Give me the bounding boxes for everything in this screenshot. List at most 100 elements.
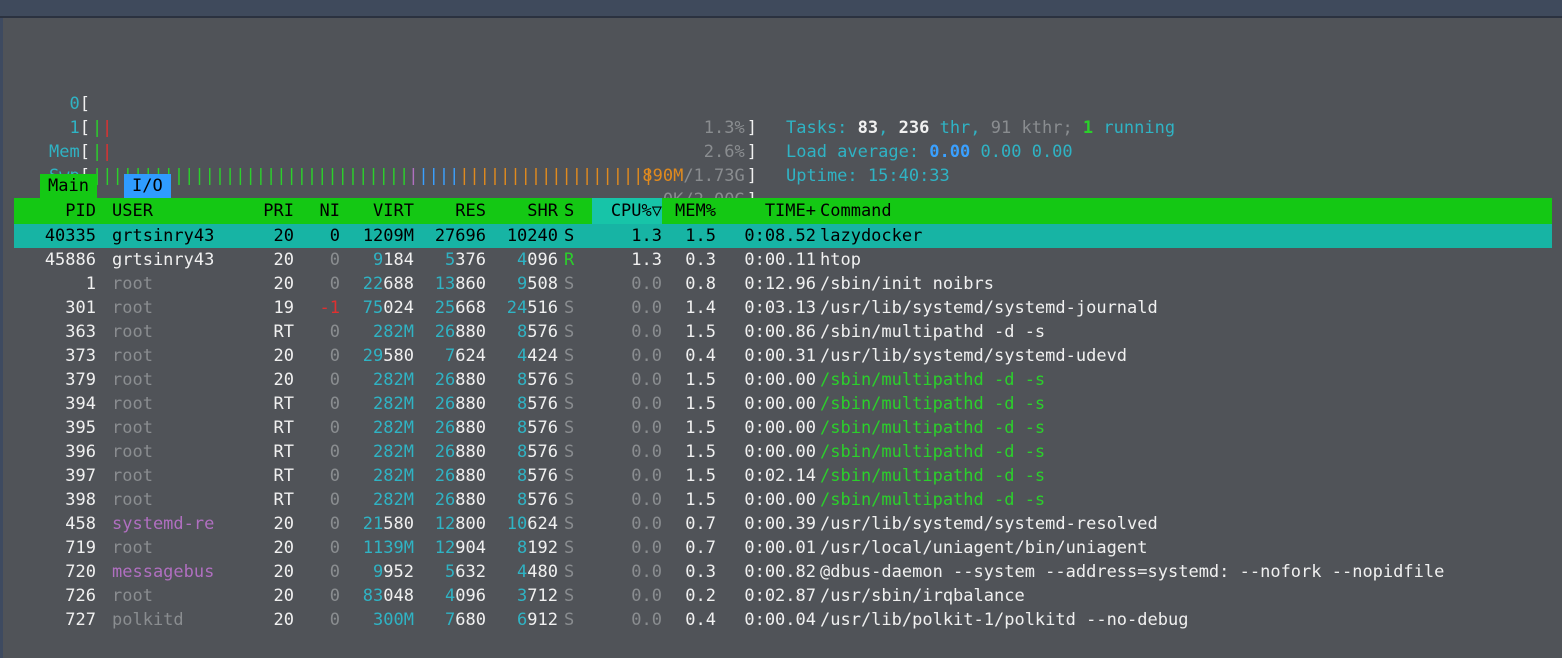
cell-s: S bbox=[564, 586, 575, 606]
cell-user: root bbox=[112, 394, 153, 414]
cell-shr: 24516 bbox=[506, 298, 558, 318]
cell-virt: 22688 bbox=[362, 274, 414, 294]
cell-s: S bbox=[564, 322, 575, 342]
cell-cpu: 0.0 bbox=[631, 562, 662, 582]
col-command[interactable]: Command bbox=[820, 198, 1560, 224]
cell-cpu: 0.0 bbox=[631, 514, 662, 534]
mem-meter: Mem[ ||||||||||||||||||||||||||||||| | |… bbox=[0, 92, 1562, 186]
cell-cpu: 0.0 bbox=[631, 586, 662, 606]
cell-mem: 1.5 bbox=[685, 442, 716, 462]
cell-res: 26880 bbox=[434, 418, 486, 438]
cell-ni: 0 bbox=[329, 514, 340, 534]
table-row[interactable]: 373 root 20 0 29580 7624 4424 S 0.0 0.4 0:00.31/us… bbox=[14, 344, 1552, 368]
col-ni[interactable]: NI bbox=[298, 198, 340, 224]
table-row[interactable]: 396 root RT 0 282M 26880 8576 S 0.0 1.5 0:00.00/sb… bbox=[14, 440, 1552, 464]
cell-shr: 6912 bbox=[517, 610, 558, 630]
table-row[interactable]: 301 root 19 -1 75024 25668 24516 S 0.0 1.4 0:03.13… bbox=[14, 296, 1552, 320]
col-cpu-sorted[interactable]: CPU%▽ bbox=[592, 198, 662, 224]
table-row[interactable]: 397 root RT 0 282M 26880 8576 S 0.0 1.5 0:02.14/sb… bbox=[14, 464, 1552, 488]
table-row[interactable]: 720 messagebus 20 0 9952 5632 4480 S 0.0 0.3 0:00.… bbox=[14, 560, 1552, 584]
cell-time: 0:00.82 bbox=[744, 562, 816, 582]
col-time[interactable]: TIME+ bbox=[722, 198, 816, 224]
col-user[interactable]: USER bbox=[112, 198, 242, 224]
col-state[interactable]: S bbox=[564, 198, 584, 224]
cell-res: 7680 bbox=[445, 610, 486, 630]
cell-user: systemd-re bbox=[112, 514, 215, 534]
cell-user: root bbox=[112, 322, 153, 342]
col-pri[interactable]: PRI bbox=[246, 198, 294, 224]
cell-res: 26880 bbox=[434, 322, 486, 342]
cell-shr: 9508 bbox=[517, 274, 558, 294]
cpu0-meter: 0[ | | 1.3%] Tasks: 83, 236 thr, 91 kthr… bbox=[0, 44, 1562, 138]
cell-pri: RT bbox=[273, 490, 294, 510]
table-row[interactable]: 45886 grtsinry43 20 0 9184 5376 4096 R 1.3 0.3 0:0… bbox=[14, 248, 1552, 272]
col-pid[interactable]: PID bbox=[14, 198, 96, 224]
mem-bar-shared: | bbox=[408, 166, 419, 186]
table-row[interactable]: 363 root RT 0 282M 26880 8576 S 0.0 1.5 0:00.86/sb… bbox=[14, 320, 1552, 344]
cell-cpu: 0.0 bbox=[631, 442, 662, 462]
cpu1-bar-fill-sys: | bbox=[102, 142, 113, 162]
cell-res: 5376 bbox=[445, 250, 486, 270]
cell-user: messagebus bbox=[112, 562, 215, 582]
cell-cpu: 0.0 bbox=[631, 298, 662, 318]
cell-mem: 0.8 bbox=[685, 274, 716, 294]
table-row[interactable]: 398 root RT 0 282M 26880 8576 S 0.0 1.5 0:00.00/sb… bbox=[14, 488, 1552, 512]
cell-mem: 1.5 bbox=[685, 490, 716, 510]
cell-cmd: /usr/lib/systemd/systemd-udevd bbox=[820, 346, 1128, 366]
cell-ni: 0 bbox=[329, 562, 340, 582]
col-mem[interactable]: MEM% bbox=[660, 198, 716, 224]
cell-time: 0:00.00 bbox=[744, 442, 816, 462]
cell-time: 0:02.87 bbox=[744, 586, 816, 606]
cell-ni: 0 bbox=[329, 586, 340, 606]
cell-ni: 0 bbox=[329, 490, 340, 510]
cell-virt: 282M bbox=[373, 394, 414, 414]
cell-pid: 1 bbox=[85, 274, 96, 294]
table-row[interactable]: 458 systemd-re 20 0 21580 12800 10624 S 0.0 0.7 0:… bbox=[14, 512, 1552, 536]
table-row[interactable]: 727 polkitd 20 0 300M 7680 6912 S 0.0 0.4 0:00.04/… bbox=[14, 608, 1552, 632]
cell-res: 26880 bbox=[434, 394, 486, 414]
cell-shr: 10624 bbox=[506, 514, 558, 534]
cell-time: 0:00.01 bbox=[744, 538, 816, 558]
cell-pid: 458 bbox=[65, 514, 96, 534]
cell-cpu: 0.0 bbox=[631, 490, 662, 510]
col-shr[interactable]: SHR bbox=[488, 198, 558, 224]
cell-ni: -1 bbox=[319, 298, 340, 318]
cell-user: grtsinry43 bbox=[112, 226, 215, 246]
uptime-stat: Uptime: 15:40:33 bbox=[786, 166, 950, 186]
col-res[interactable]: RES bbox=[416, 198, 486, 224]
cell-pid: 40335 bbox=[44, 226, 96, 246]
cell-ni: 0 bbox=[329, 538, 340, 558]
table-row[interactable]: 1 root 20 0 22688 13860 9508 S 0.0 0.8 0:12.96/sbi… bbox=[14, 272, 1552, 296]
table-row[interactable]: 726 root 20 0 83048 4096 3712 S 0.0 0.2 0:02.87/us… bbox=[14, 584, 1552, 608]
cell-ni: 0 bbox=[329, 610, 340, 630]
cell-virt: 1139M bbox=[362, 538, 414, 558]
cell-pid: 726 bbox=[65, 586, 96, 606]
cell-mem: 1.4 bbox=[685, 298, 716, 318]
cell-cpu: 0.0 bbox=[631, 610, 662, 630]
table-row-selected[interactable]: 40335 grtsinry43 20 0 1209M 27696 10240 S 1.3 1.5… bbox=[14, 224, 1552, 248]
table-row[interactable]: 395 root RT 0 282M 26880 8576 S 0.0 1.5 0:00.00/sb… bbox=[14, 416, 1552, 440]
mem-value: 890M/1.73G] bbox=[642, 166, 757, 186]
cell-s: R bbox=[564, 250, 575, 270]
table-row[interactable]: 719 root 20 0 1139M 12904 8192 S 0.0 0.7 0:00.01/u… bbox=[14, 536, 1552, 560]
cell-shr: 8576 bbox=[517, 322, 558, 342]
col-virt[interactable]: VIRT bbox=[344, 198, 414, 224]
cell-s: S bbox=[564, 418, 575, 438]
cell-cmd: /sbin/multipathd -d -s bbox=[820, 490, 1046, 510]
table-row[interactable]: 379 root 20 0 282M 26880 8576 S 0.0 1.5 0:00.00/sb… bbox=[14, 368, 1552, 392]
cell-pri: 20 bbox=[273, 274, 294, 294]
cell-pri: RT bbox=[273, 442, 294, 462]
cell-pri: RT bbox=[273, 418, 294, 438]
cell-user: grtsinry43 bbox=[112, 250, 215, 270]
cpu1-meter: 1[ | | 2.6%] Load average: 0.00 0.00 0.0… bbox=[0, 68, 1562, 162]
cell-pid: 394 bbox=[65, 394, 96, 414]
cell-pid: 719 bbox=[65, 538, 96, 558]
cell-cmd: htop bbox=[820, 250, 861, 270]
cell-cmd: /sbin/multipathd -d -s bbox=[820, 418, 1046, 438]
cell-pid: 301 bbox=[65, 298, 96, 318]
tab-main[interactable]: Main bbox=[40, 174, 97, 198]
tab-io[interactable]: I/O bbox=[124, 174, 171, 198]
table-row[interactable]: 394 root RT 0 282M 26880 8576 S 0.0 1.5 0:00.00/sb… bbox=[14, 392, 1552, 416]
cell-mem: 0.7 bbox=[685, 538, 716, 558]
swap-meter: Swp[ 0K/2.00G] bbox=[0, 116, 1562, 210]
